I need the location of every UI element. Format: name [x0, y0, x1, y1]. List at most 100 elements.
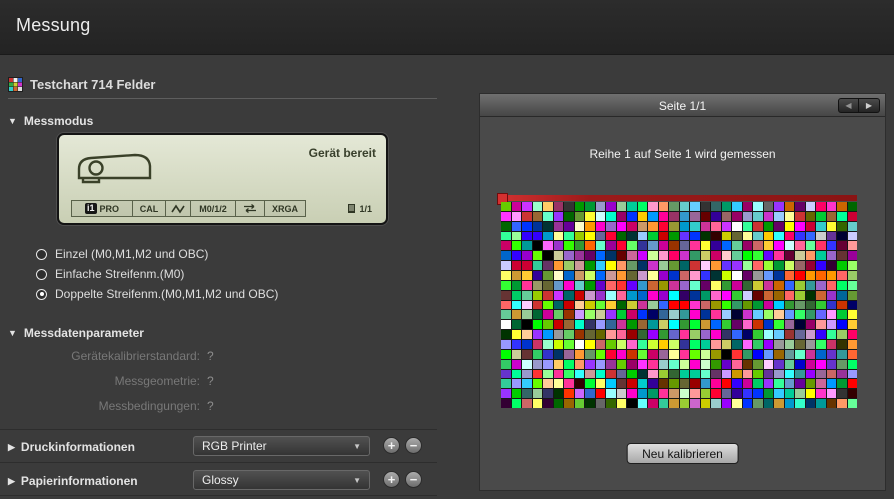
color-patch [847, 330, 857, 339]
color-patch [553, 399, 563, 408]
color-patch [553, 349, 563, 359]
color-patch [501, 369, 511, 379]
color-patch [784, 270, 794, 280]
color-patch [847, 320, 857, 330]
color-patch [595, 290, 605, 300]
color-patch [690, 369, 700, 379]
color-patch [700, 369, 710, 379]
color-patch [511, 369, 521, 379]
color-patch [658, 202, 668, 211]
radio-einfache-streifenmessung[interactable]: Einfache Streifenm.(M0) [36, 267, 184, 281]
section-messmodus[interactable]: ▼ Messmodus [8, 114, 93, 128]
color-patch [543, 359, 553, 369]
color-patch [711, 330, 721, 339]
color-patch [753, 359, 763, 369]
color-patch [522, 221, 532, 231]
color-patch [637, 261, 647, 270]
remove-paper-button[interactable]: − [405, 471, 422, 488]
color-patch [826, 270, 836, 280]
remove-printer-button[interactable]: − [405, 437, 422, 454]
color-patch [732, 379, 742, 389]
add-paper-button[interactable]: + [383, 471, 400, 488]
color-patch [837, 310, 847, 320]
color-patch [595, 251, 605, 261]
color-patch [742, 320, 752, 330]
color-patch [847, 290, 857, 300]
color-patch [784, 280, 794, 290]
color-patch [805, 310, 815, 320]
color-patch [837, 221, 847, 231]
patch-grid [501, 202, 857, 408]
color-patch [511, 349, 521, 359]
color-patch [511, 379, 521, 389]
color-patch [669, 211, 679, 221]
color-patch [732, 339, 742, 349]
page-nav: ◀ ▶ [838, 98, 880, 113]
color-patch [711, 231, 721, 241]
color-patch [721, 251, 731, 261]
testchart-title: Testchart 714 Felder [30, 77, 156, 92]
color-patch [564, 202, 574, 211]
color-patch [732, 221, 742, 231]
color-patch [585, 202, 595, 211]
left-arrow-icon: ◀ [845, 100, 852, 110]
color-patch [658, 399, 668, 408]
color-patch [711, 300, 721, 310]
radio-label: Einfache Streifenm.(M0) [55, 267, 185, 281]
color-patch [585, 261, 595, 270]
prev-page-button[interactable]: ◀ [838, 98, 859, 113]
color-patch [847, 231, 857, 241]
color-patch [732, 280, 742, 290]
recalibrate-button[interactable]: Neu kalibrieren [626, 443, 739, 464]
color-patch [637, 270, 647, 280]
color-patch [795, 231, 805, 241]
color-patch [522, 280, 532, 290]
color-patch [564, 330, 574, 339]
color-patch [784, 290, 794, 300]
next-page-button[interactable]: ▶ [859, 98, 880, 113]
printer-dropdown[interactable]: RGB Printer ▼ [193, 436, 370, 456]
color-patch [763, 261, 773, 270]
device-btn-i1pro: i1 PRO [71, 200, 133, 217]
color-patch [795, 320, 805, 330]
color-patch [742, 261, 752, 270]
color-patch [763, 251, 773, 261]
color-patch [742, 359, 752, 369]
color-patch [837, 300, 847, 310]
color-patch [532, 320, 542, 330]
color-patch [805, 270, 815, 280]
color-patch [805, 241, 815, 251]
color-patch [742, 202, 752, 211]
color-patch [763, 320, 773, 330]
color-patch [501, 399, 511, 408]
add-printer-button[interactable]: + [383, 437, 400, 454]
color-patch [753, 221, 763, 231]
radio-einzel[interactable]: Einzel (M0,M1,M2 und OBC) [36, 247, 208, 261]
radio-label: Einzel (M0,M1,M2 und OBC) [55, 247, 209, 261]
color-patch [774, 399, 784, 408]
color-patch [711, 251, 721, 261]
color-patch [721, 389, 731, 399]
color-patch [742, 330, 752, 339]
color-patch [711, 280, 721, 290]
section-messdatenparameter[interactable]: ▼ Messdatenparameter [8, 326, 144, 340]
paper-dropdown[interactable]: Glossy ▼ [193, 470, 370, 490]
color-patch [669, 349, 679, 359]
divider [0, 462, 437, 463]
color-patch [690, 211, 700, 221]
color-patch [658, 359, 668, 369]
color-patch [616, 389, 626, 399]
section-papierinformationen[interactable]: ▶ Papierinformationen [8, 474, 138, 488]
section-druckinformationen[interactable]: ▶ Druckinformationen [8, 440, 135, 454]
radio-doppelte-streifenmessung[interactable]: Doppelte Streifenm.(M0,M1,M2 und OBC) [36, 287, 278, 301]
color-patch [606, 251, 616, 261]
color-patch [742, 241, 752, 251]
color-patch [742, 231, 752, 241]
color-patch [753, 251, 763, 261]
color-patch [732, 290, 742, 300]
color-patch [721, 399, 731, 408]
color-patch [606, 221, 616, 231]
color-patch [732, 261, 742, 270]
color-patch [532, 379, 542, 389]
color-patch [585, 270, 595, 280]
